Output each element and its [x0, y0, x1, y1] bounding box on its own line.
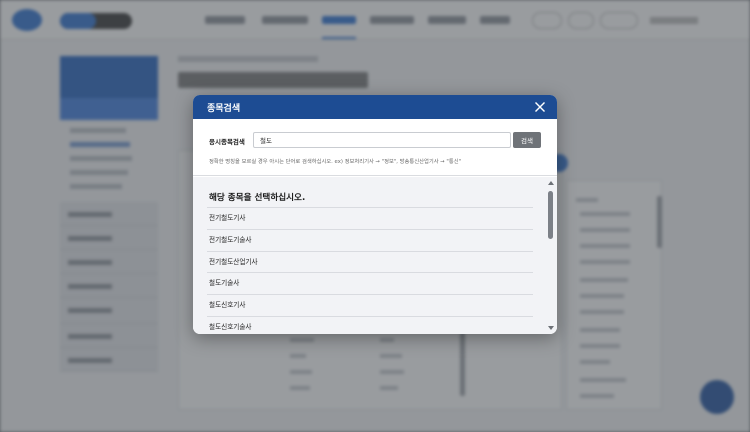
search-area: 응시종목검색 검색 정확한 명칭을 모르실 경우 아시는 단어로 검색하십시오.… — [193, 119, 557, 176]
search-input[interactable] — [253, 132, 511, 148]
list-item[interactable]: 철도신호기사 — [207, 294, 533, 316]
list-item[interactable]: 철도신호기술사 — [207, 315, 533, 334]
modal-header: 종목검색 — [193, 95, 557, 119]
result-list: 전기철도기사 전기철도기술사 전기철도산업기사 철도기술사 철도신호기사 철도신… — [207, 207, 533, 334]
scroll-down-icon[interactable] — [548, 326, 554, 330]
search-button[interactable]: 검색 — [513, 132, 541, 148]
list-item[interactable]: 철도기술사 — [207, 272, 533, 294]
results-area: 해당 종목을 선택하십시오. 전기철도기사 전기철도기술사 전기철도산업기사 철… — [193, 177, 557, 334]
list-item[interactable]: 전기철도산업기사 — [207, 250, 533, 273]
list-item[interactable]: 전기철도기술사 — [207, 228, 533, 251]
list-item[interactable]: 전기철도기사 — [207, 207, 533, 229]
scroll-up-icon[interactable] — [548, 181, 554, 185]
close-icon[interactable] — [533, 100, 547, 114]
search-label: 응시종목검색 — [209, 138, 245, 146]
search-modal: 종목검색 응시종목검색 검색 정확한 명칭을 모르실 경우 아시는 단어로 검색… — [193, 95, 557, 334]
results-scrollbar[interactable] — [548, 181, 554, 330]
modal-title: 종목검색 — [207, 104, 241, 114]
search-hint: 정확한 명칭을 모르실 경우 아시는 단어로 검색하십시오. ex) 정보처리기… — [209, 159, 462, 165]
scroll-thumb[interactable] — [548, 191, 553, 239]
results-title: 해당 종목을 선택하십시오. — [209, 193, 306, 203]
